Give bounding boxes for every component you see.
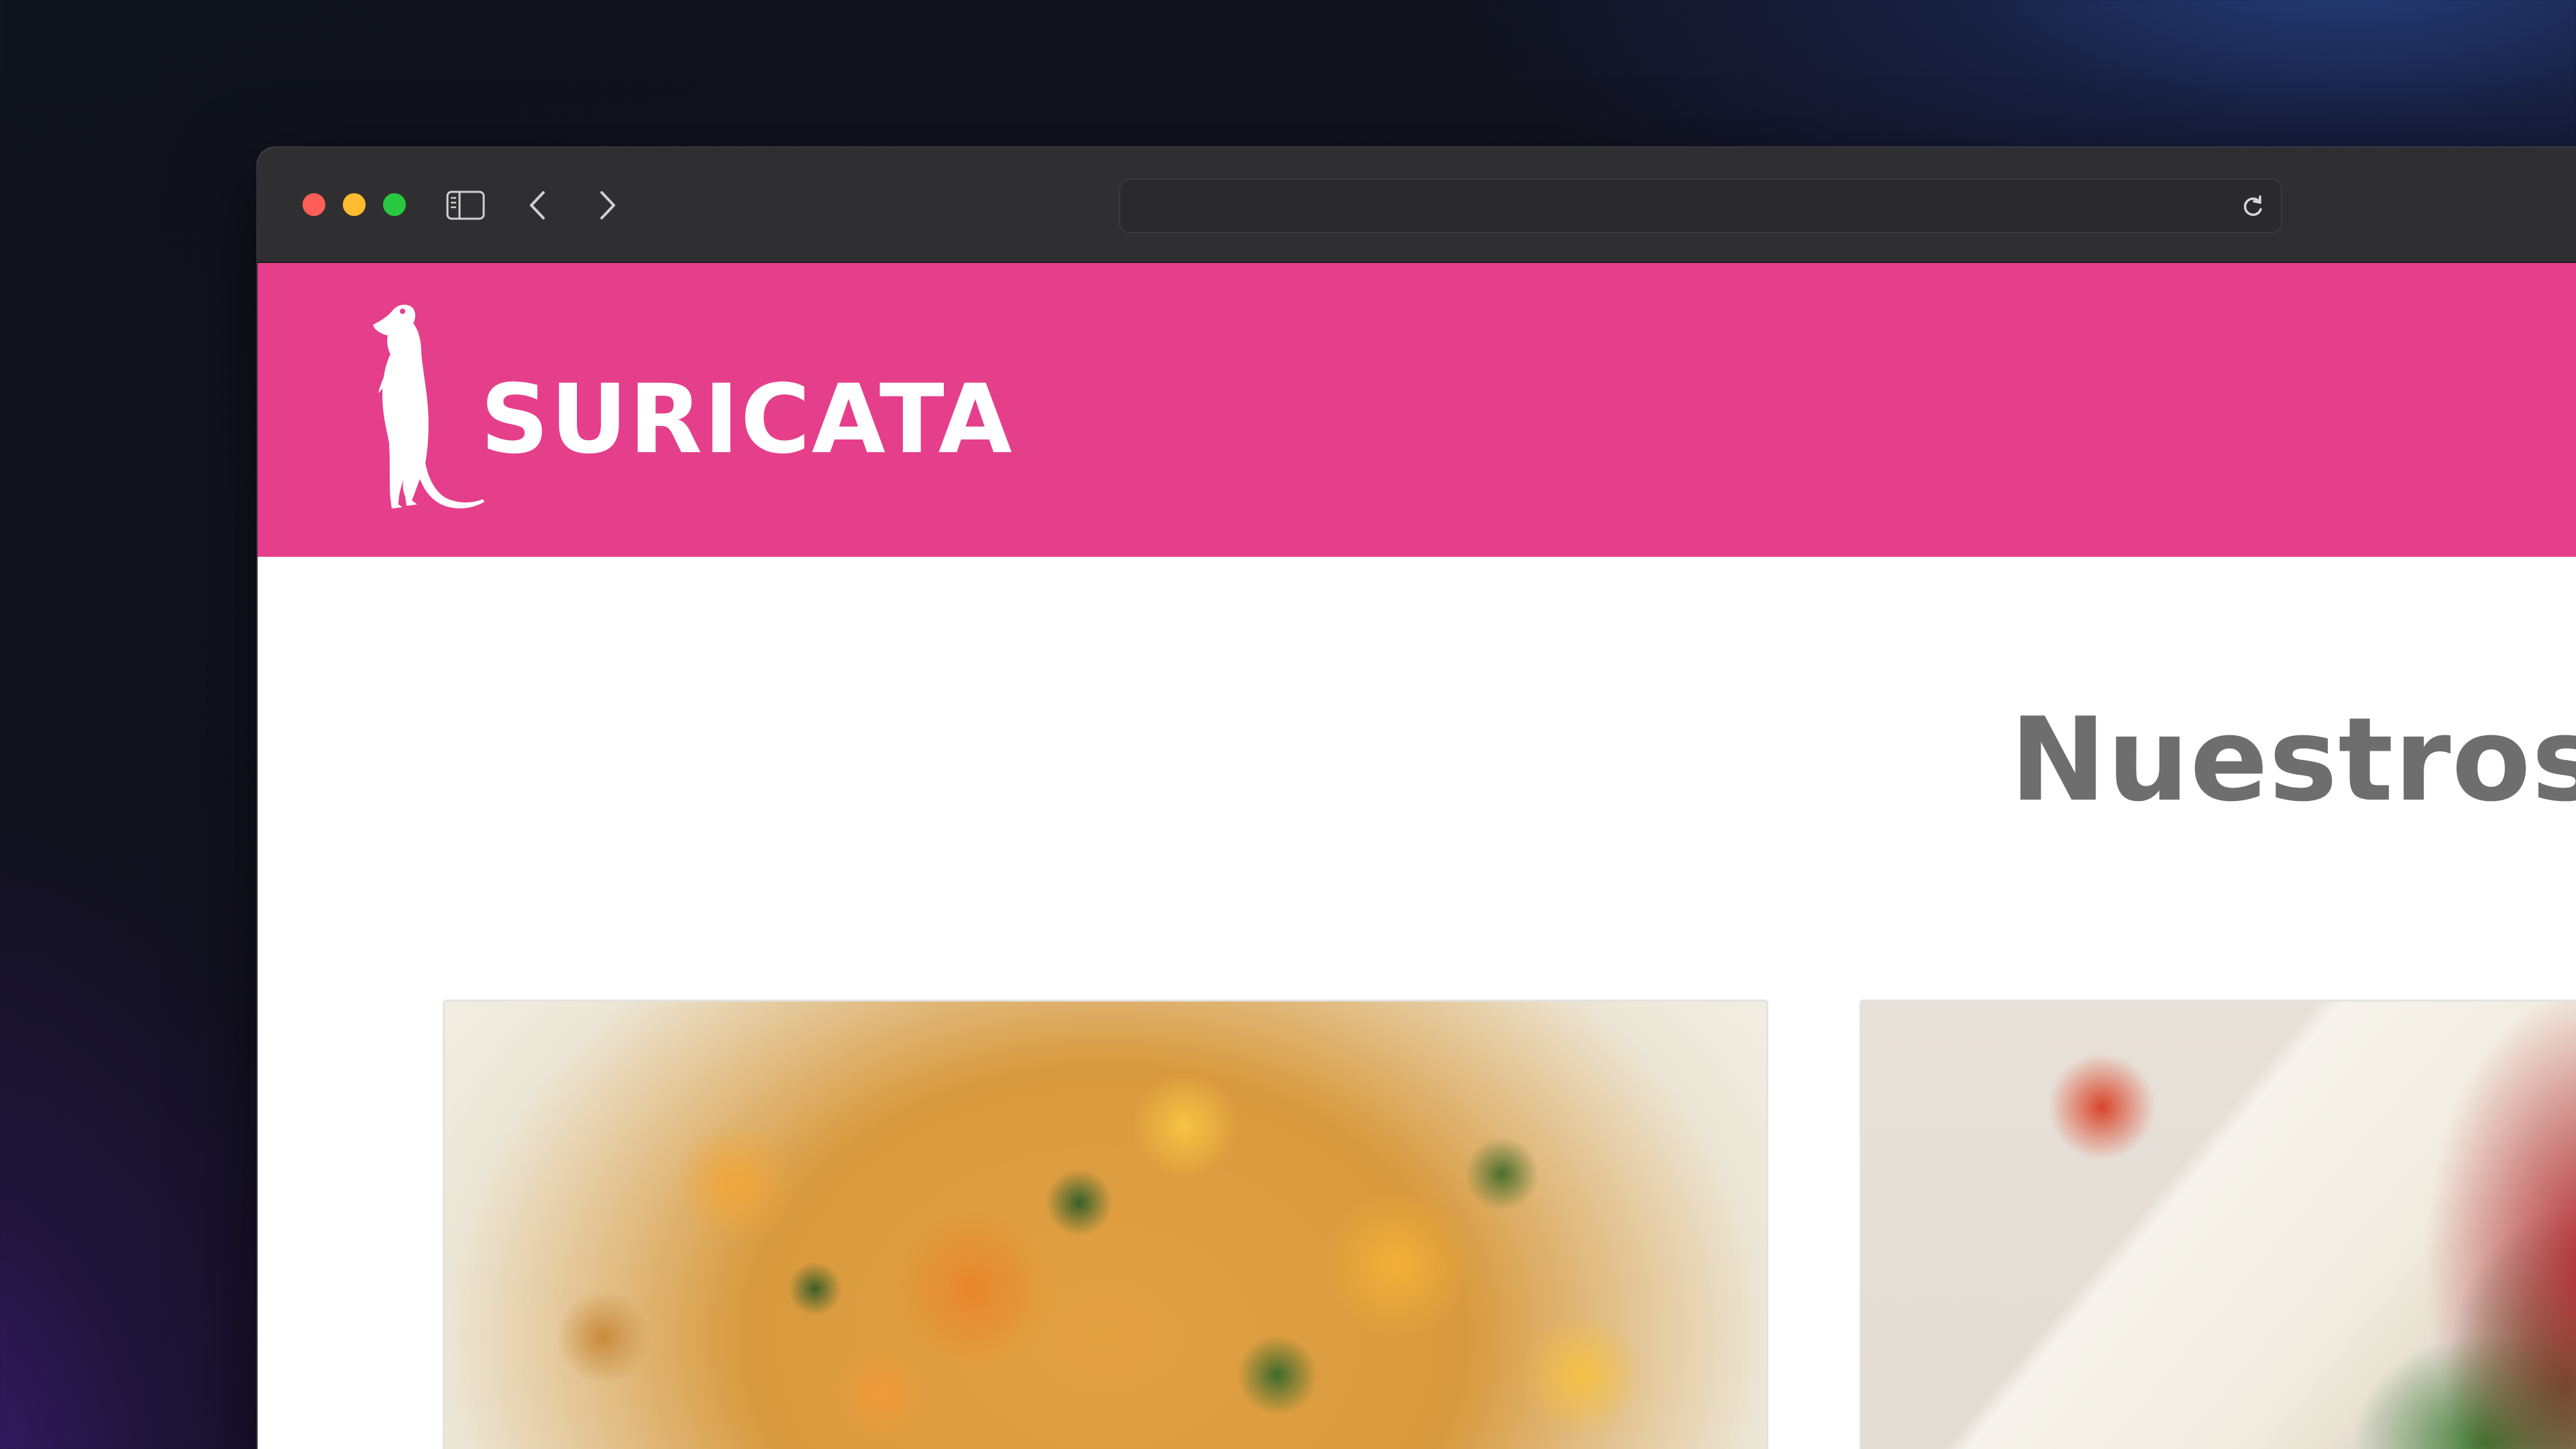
- brand-name: SURICATA: [480, 364, 1014, 475]
- sidebar-toggle-button[interactable]: [444, 184, 487, 227]
- sidebar-toggle-icon: [446, 191, 485, 220]
- browser-window: SURICATA Nuestros p: [258, 148, 2576, 1449]
- browser-toolbar: [258, 148, 2576, 263]
- product-card[interactable]: [1860, 1000, 2576, 1449]
- address-bar[interactable]: [1119, 178, 2282, 233]
- minimize-window-button[interactable]: [343, 193, 366, 216]
- site-header: SURICATA: [258, 263, 2576, 557]
- reload-button[interactable]: [2239, 193, 2266, 220]
- web-page: SURICATA Nuestros p: [258, 263, 2576, 1449]
- chevron-left-icon: [530, 191, 545, 219]
- back-button[interactable]: [516, 184, 559, 227]
- chevron-right-icon: [600, 191, 615, 219]
- forward-button[interactable]: [586, 184, 629, 227]
- reload-icon: [2243, 195, 2262, 216]
- product-card[interactable]: [443, 1000, 1768, 1449]
- section-title: Nuestros p: [2010, 692, 2576, 827]
- close-window-button[interactable]: [303, 193, 325, 216]
- meerkat-logo-icon: [373, 305, 484, 508]
- site-logo[interactable]: SURICATA: [352, 295, 1014, 523]
- food-photo: [1862, 1002, 2576, 1449]
- maximize-window-button[interactable]: [383, 193, 406, 216]
- food-photo: [445, 1002, 1766, 1449]
